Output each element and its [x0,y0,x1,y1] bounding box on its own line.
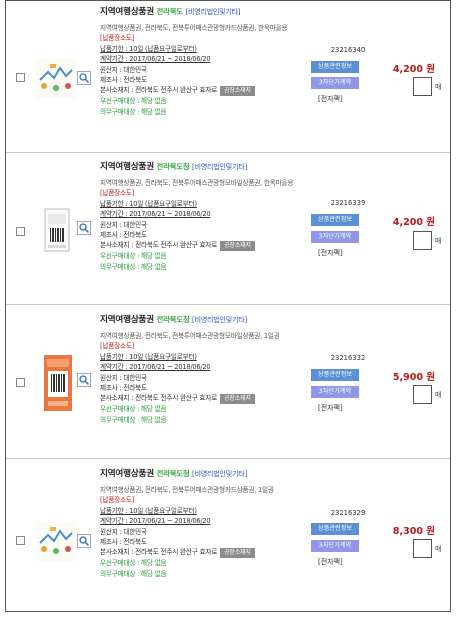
priority-purchase: 우선구매대상 : 해당 없음 [100,405,167,414]
product-region: 전라북도청 [156,315,190,324]
product-info-button[interactable]: 상품관련정보 [311,214,359,226]
product-tags: 지역여행상품권, 전라북도, 전북투어패스관광형카드상품권, 1일권 [100,486,274,494]
contract-period: 계약기간 : 2017/06/21 ~ 2018/06/20 [100,55,211,64]
hq-address: 본사소재지 : 전라북도 전주시 완산구 효자로 [100,548,218,557]
product-title[interactable]: 지역여행상품권 [100,162,154,172]
product-thumbnail[interactable] [36,58,76,98]
supply-place: [납품장소도] [100,496,135,505]
supply-place: [납품장소도] [100,34,135,43]
mandatory-purchase: 의무구매대상 : 해당 없음 [100,107,167,116]
product-form: [전자팩] [318,404,343,412]
zoom-icon[interactable] [77,534,91,548]
select-checkbox[interactable] [16,73,25,82]
list-item: 지역여행상품권 전라북도 [비영리법인및기타] 지역여행상품권, 전라북도, 전… [6,1,450,153]
delivery-term: 납품기한 : 10일 (납품요구일로부터) [100,199,197,208]
product-category: [비영리법인및기타] [185,8,241,16]
product-thumbnail[interactable] [44,208,70,252]
product-form: [전자팩] [318,558,343,566]
quantity-input[interactable] [413,539,432,558]
select-checkbox[interactable] [16,378,25,387]
product-tags: 지역여행상품권, 전라북도, 전북투어패스관광형카드상품권, 한옥마을용 [100,24,288,32]
product-tags: 지역여행상품권, 전라북도, 전북투어패스관광형모바일상품권, 한옥마을용 [100,179,294,187]
quantity-input[interactable] [413,385,432,404]
maker: 제조사 : 전라북도 [100,231,147,240]
contract-type-button[interactable]: 3자단가계약 [311,77,359,89]
product-thumbnail[interactable] [36,521,76,561]
product-category: [비영리법인및기타] [192,316,248,324]
priority-purchase: 우선구매대상 : 해당 없음 [100,559,167,568]
quantity-input[interactable] [413,77,432,96]
maker: 제조사 : 전라북도 [100,76,147,85]
factory-location-button[interactable]: 공장소재지 [220,394,255,405]
product-code: 23216340 [330,46,366,54]
hq-address: 본사소재지 : 전라북도 전주시 완산구 효자로 [100,394,218,403]
contract-period: 계약기간 : 2017/06/21 ~ 2018/06/20 [100,363,211,372]
product-title[interactable]: 지역여행상품권 [100,315,154,325]
origin: 원산지 : 대한민국 [100,65,147,74]
factory-location-button[interactable]: 공장소재지 [220,241,255,252]
quantity-unit: 매 [435,83,442,91]
quantity-unit: 매 [435,545,442,553]
origin: 원산지 : 대한민국 [100,220,147,229]
select-checkbox[interactable] [16,227,25,236]
product-price: 8,300 원 [392,526,435,537]
product-thumbnail[interactable] [44,355,72,411]
product-region: 전라북도 [156,7,184,16]
quantity-unit: 매 [435,237,442,245]
product-price: 4,200 원 [392,64,435,75]
maker: 제조사 : 전라북도 [100,538,147,547]
mandatory-purchase: 의무구매대상 : 해당 없음 [100,569,167,578]
mandatory-purchase: 의무구매대상 : 해당 없음 [100,415,167,424]
supply-place: [납품장소도] [100,342,135,351]
list-item: 지역여행상품권 전라북도청 [비영리법인및기타] 지역여행상품권, 전라북도, … [6,305,450,459]
quantity-unit: 매 [435,391,442,399]
zoom-icon[interactable] [77,373,91,387]
product-code: 23216339 [330,199,366,207]
priority-purchase: 우선구매대상 : 해당 없음 [100,97,167,106]
delivery-term: 납품기한 : 10일 (납품요구일로부터) [100,506,197,515]
hq-address: 본사소재지 : 전라북도 전주시 완산구 효자로 [100,241,218,250]
contract-type-button[interactable]: 3자단가계약 [311,540,359,552]
list-item: 지역여행상품권 전라북도청 [비영리법인및기타] 지역여행상품권, 전라북도, … [6,153,450,305]
product-list: 지역여행상품권 전라북도 [비영리법인및기타] 지역여행상품권, 전라북도, 전… [5,0,451,612]
quantity-input[interactable] [413,231,432,250]
product-code: 23216329 [330,509,366,517]
product-code: 23216332 [330,354,366,362]
list-item: 지역여행상품권 전라북도청 [비영리법인및기타] 지역여행상품권, 전라북도, … [6,459,450,611]
delivery-term: 납품기한 : 10일 (납품요구일로부터) [100,352,197,361]
product-category: [비영리법인및기타] [192,470,248,478]
origin: 원산지 : 대한민국 [100,527,147,536]
product-form: [전자팩] [318,95,343,103]
priority-purchase: 우선구매대상 : 해당 없음 [100,252,167,261]
factory-location-button[interactable]: 공장소재지 [220,548,255,559]
delivery-term: 납품기한 : 10일 (납품요구일로부터) [100,44,197,53]
contract-period: 계약기간 : 2017/06/21 ~ 2018/06/20 [100,210,211,219]
product-region: 전라북도청 [156,469,190,478]
product-info-button[interactable]: 상품관련정보 [311,369,359,381]
product-tags: 지역여행상품권, 전라북도, 전북투어패스관광형모바일상품권, 1일권 [100,332,280,340]
product-price: 5,900 원 [392,372,435,383]
product-form: [전자팩] [318,249,343,257]
zoom-icon[interactable] [77,71,91,85]
product-title[interactable]: 지역여행상품권 [100,7,154,17]
select-checkbox[interactable] [16,536,25,545]
contract-period: 계약기간 : 2017/06/21 ~ 2018/06/20 [100,517,211,526]
mandatory-purchase: 의무구매대상 : 해당 없음 [100,262,167,271]
supply-place: [납품장소도] [100,189,135,198]
factory-location-button[interactable]: 공장소재지 [220,86,255,97]
product-info-button[interactable]: 상품관련정보 [311,61,359,73]
product-region: 전라북도청 [156,162,190,171]
contract-type-button[interactable]: 3자단가계약 [311,231,359,243]
hq-address: 본사소재지 : 전라북도 전주시 완산구 효자로 [100,86,218,95]
maker: 제조사 : 전라북도 [100,384,147,393]
product-title[interactable]: 지역여행상품권 [100,469,154,479]
zoom-icon[interactable] [77,221,91,235]
product-info-button[interactable]: 상품관련정보 [311,523,359,535]
product-price: 4,200 원 [392,217,435,228]
contract-type-button[interactable]: 3자단가계약 [311,386,359,398]
origin: 원산지 : 대한민국 [100,373,147,382]
product-category: [비영리법인및기타] [192,163,248,171]
